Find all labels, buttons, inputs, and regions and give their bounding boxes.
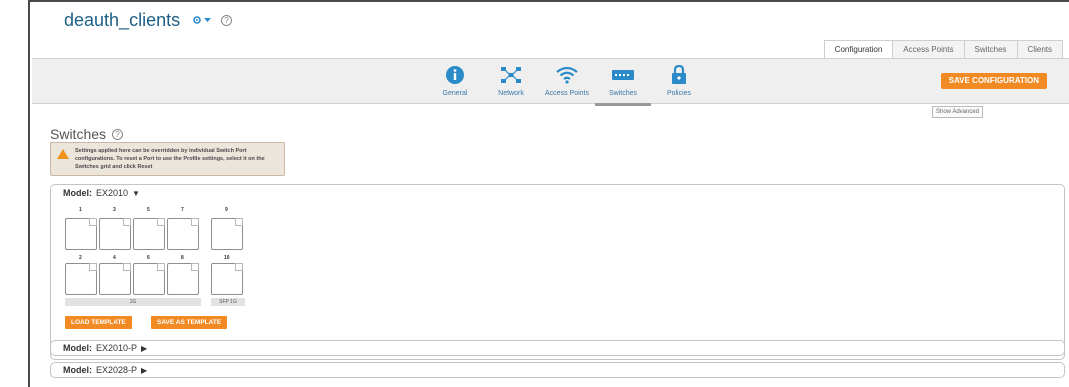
switch-port-3[interactable]	[99, 218, 131, 250]
model-header[interactable]: Model: EX2010 ▼	[63, 188, 140, 198]
section-title: Switches	[50, 126, 107, 142]
nav-policies[interactable]: Policies	[651, 63, 707, 106]
config-nav-bar: General Network Access Points Switches P…	[32, 58, 1069, 106]
nav-network-label: Network	[498, 90, 524, 97]
model-panel-ex2010-p[interactable]: Model: EX2010-P ▶	[50, 340, 1065, 356]
port-number: 9	[225, 207, 228, 213]
model-key: Model:	[63, 343, 92, 353]
speed-label-sfp: SFP 1G	[211, 298, 245, 306]
port-number: 2	[79, 255, 82, 261]
nav-network[interactable]: Network	[483, 63, 539, 106]
switch-port-6[interactable]	[133, 263, 165, 295]
switch-port-9[interactable]	[211, 218, 243, 250]
page-title: deauth_clients	[64, 9, 181, 30]
switch-port-8[interactable]	[167, 263, 199, 295]
model-key: Model:	[63, 188, 92, 198]
caret-right-icon: ▶	[141, 343, 148, 353]
save-as-template-button[interactable]: SAVE AS TEMPLATE	[151, 316, 228, 329]
tab-clients[interactable]: Clients	[1016, 40, 1063, 58]
switch-port-1[interactable]	[65, 218, 97, 250]
speed-label-1g: 1G	[65, 298, 201, 306]
gear-icon	[193, 16, 201, 24]
nav-switches[interactable]: Switches	[595, 63, 651, 106]
caret-down-icon	[204, 18, 212, 22]
caret-right-icon: ▶	[141, 365, 148, 375]
port-number: 3	[113, 207, 116, 213]
tab-configuration[interactable]: Configuration	[823, 40, 894, 58]
save-configuration-button[interactable]: SAVE CONFIGURATION	[940, 73, 1047, 89]
nav-access-points[interactable]: Access Points	[539, 63, 595, 106]
model-header[interactable]: Model: EX2028-P ▶	[63, 365, 147, 375]
section-heading: Switches ?	[50, 126, 124, 142]
port-number: 10	[224, 255, 230, 261]
settings-menu[interactable]	[192, 15, 212, 25]
tab-access-points[interactable]: Access Points	[892, 40, 965, 58]
nav-policies-label: Policies	[666, 90, 692, 97]
model-name: EX2028-P	[96, 365, 138, 375]
switch-port-2[interactable]	[65, 263, 97, 295]
notice-text: Settings applied here can be overridden …	[75, 148, 265, 170]
model-header[interactable]: Model: EX2010-P ▶	[63, 343, 147, 353]
tab-switches[interactable]: Switches	[963, 40, 1018, 58]
switch-port-5[interactable]	[133, 218, 165, 250]
page-header: deauth_clients ?	[64, 8, 233, 32]
model-panel-ex2010: Model: EX2010 ▼ 1 3 5 7 9 2 4 6 8 10 1G …	[50, 184, 1065, 360]
port-number: 5	[147, 207, 150, 213]
model-key: Model:	[63, 365, 92, 375]
info-icon	[446, 66, 464, 84]
model-name: EX2010	[96, 188, 129, 198]
nav-access-points-label: Access Points	[545, 90, 589, 97]
main-window: deauth_clients ? Configuration Access Po…	[28, 0, 1069, 387]
switch-port-4[interactable]	[99, 263, 131, 295]
top-tabs: Configuration Access Points Switches Cli…	[823, 40, 1063, 58]
switch-icon	[612, 70, 634, 80]
warning-icon	[57, 149, 69, 159]
nav-switches-label: Switches	[608, 90, 637, 97]
lock-icon	[672, 65, 686, 84]
config-nav: General Network Access Points Switches P…	[427, 63, 707, 106]
wifi-icon	[556, 66, 578, 84]
port-number: 8	[181, 255, 184, 261]
model-name: EX2010-P	[96, 343, 138, 353]
show-advanced-button[interactable]: Show Advanced	[932, 106, 984, 118]
help-icon[interactable]: ?	[112, 128, 124, 140]
port-number: 7	[181, 207, 184, 213]
switch-port-10[interactable]	[211, 263, 243, 295]
port-number: 6	[147, 255, 150, 261]
network-icon	[501, 67, 521, 83]
model-panel-ex2028-p[interactable]: Model: EX2028-P ▶	[50, 362, 1065, 378]
settings-notice: Settings applied here can be overridden …	[50, 142, 285, 176]
load-template-button[interactable]: LOAD TEMPLATE	[65, 316, 132, 329]
port-number: 1	[79, 207, 82, 213]
nav-general-label: General	[442, 90, 468, 97]
nav-general[interactable]: General	[427, 63, 483, 106]
caret-down-icon: ▼	[132, 188, 140, 198]
help-icon[interactable]: ?	[221, 14, 233, 26]
port-number: 4	[113, 255, 116, 261]
switch-port-7[interactable]	[167, 218, 199, 250]
